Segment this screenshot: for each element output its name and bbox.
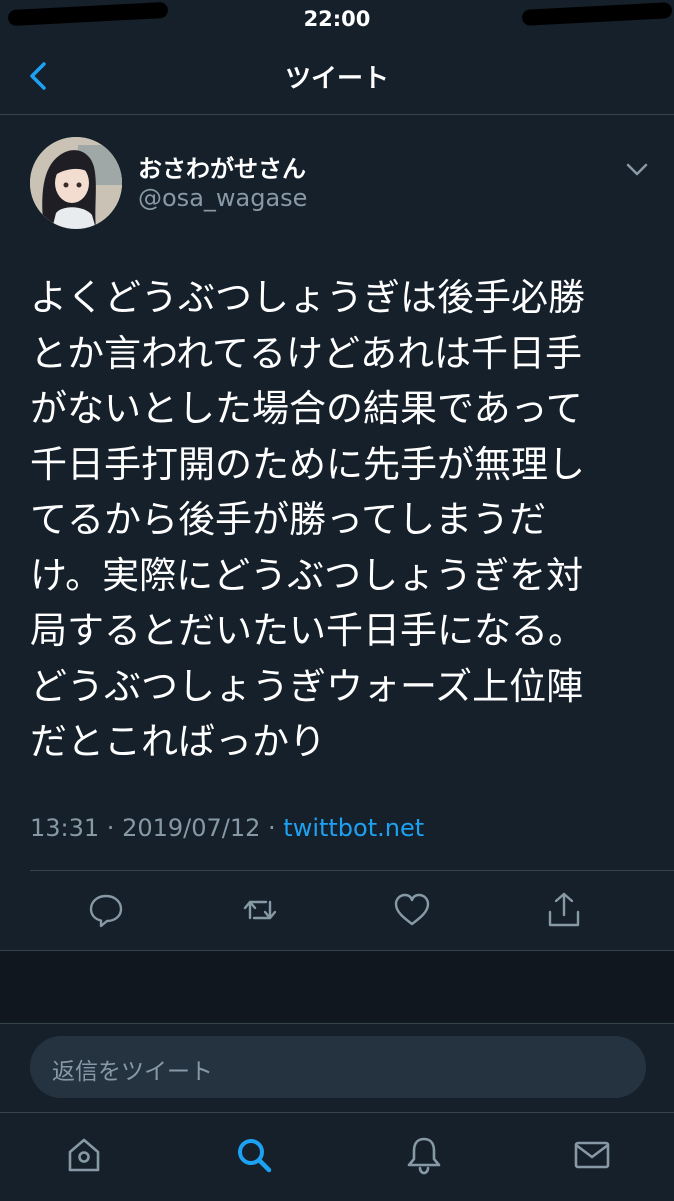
envelope-icon	[574, 1141, 610, 1169]
user-handle[interactable]: @osa_wagase	[138, 184, 307, 212]
bell-icon	[407, 1137, 441, 1175]
search-icon	[238, 1139, 272, 1173]
tab-notifications[interactable]	[402, 1133, 446, 1177]
tab-home[interactable]	[62, 1133, 106, 1177]
tweet-date: 2019/07/12	[122, 814, 261, 842]
home-icon	[68, 1138, 100, 1172]
tweet-meta: 13:31 · 2019/07/12 · twittbot.net	[30, 814, 424, 842]
nav-bar: ツイート	[0, 40, 674, 115]
retweet-button[interactable]	[238, 888, 282, 932]
page-title: ツイート	[284, 64, 389, 94]
reply-input[interactable]: 返信をツイート	[30, 1036, 646, 1098]
retweet-icon	[243, 900, 277, 920]
tweet-time: 13:31	[30, 814, 100, 842]
tweet-text: よくどうぶつしょうぎは後手必勝 とか言われてるけどあれは千日手 がないとした場合…	[30, 276, 585, 763]
like-button[interactable]	[390, 888, 434, 932]
status-bar: 22:00	[0, 0, 674, 38]
meta-separator: ·	[99, 814, 123, 842]
share-button[interactable]	[542, 888, 586, 932]
tweet-source-link[interactable]: twittbot.net	[283, 814, 424, 842]
share-icon	[548, 892, 580, 927]
chevron-left-icon	[30, 62, 46, 90]
reply-button[interactable]	[84, 888, 128, 932]
more-options-button[interactable]	[620, 155, 654, 185]
display-name[interactable]: おさわがせさん	[138, 149, 306, 184]
avatar[interactable]	[30, 137, 122, 229]
back-button[interactable]	[20, 56, 60, 96]
heart-icon	[394, 893, 430, 926]
tab-search[interactable]	[232, 1133, 276, 1177]
tab-bar	[0, 1112, 674, 1201]
tab-messages[interactable]	[570, 1133, 614, 1177]
reply-icon	[89, 894, 123, 928]
meta-separator: ·	[260, 814, 284, 842]
divider	[30, 870, 674, 871]
chevron-down-icon	[626, 163, 648, 176]
reply-placeholder: 返信をツイート	[52, 1059, 213, 1085]
section-gap	[0, 950, 674, 1024]
